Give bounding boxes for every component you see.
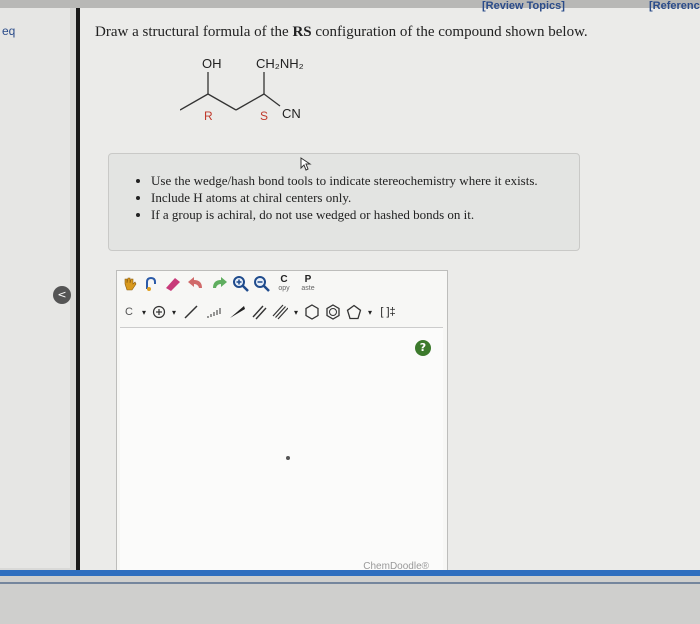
r-config-label: R: [204, 109, 213, 123]
mouse-pointer-icon: [300, 157, 312, 171]
review-topics-link[interactable]: [Review Topics]: [482, 0, 565, 12]
triple-bond-icon[interactable]: [271, 302, 289, 322]
lasso-icon[interactable]: [142, 274, 160, 294]
references-link[interactable]: [Referenc: [649, 0, 700, 12]
drawing-canvas[interactable]: ? ChemDoodle®: [120, 327, 443, 576]
eraser-icon[interactable]: [163, 274, 183, 294]
question-suffix: configuration of the compound shown belo…: [311, 24, 588, 40]
cn-label: CN: [282, 106, 301, 121]
question-prefix: Draw a structural formula of the: [95, 24, 293, 40]
question-text: Draw a structural formula of the RS conf…: [95, 24, 588, 41]
copy-label-top: C: [280, 274, 288, 285]
instructions-box: Use the wedge/hash bond tools to indicat…: [108, 153, 580, 251]
paste-label-bottom: aste: [301, 285, 315, 292]
chevron-down-icon[interactable]: ▾: [366, 302, 374, 322]
zoom-in-icon[interactable]: [232, 274, 250, 294]
double-bond-icon[interactable]: [250, 302, 268, 322]
chevron-down-icon[interactable]: ▾: [170, 302, 178, 322]
collapse-panel-button[interactable]: <: [53, 286, 71, 304]
single-bond-icon[interactable]: [181, 302, 201, 322]
cyclohexane-icon[interactable]: [303, 302, 321, 322]
chemdoodle-editor[interactable]: C opy P aste C ▾ ▾ ▾ ▾ []‡ ? ChemDoodle…: [116, 270, 448, 577]
instructions-list: Use the wedge/hash bond tools to indicat…: [109, 172, 579, 223]
cyclopentane-icon[interactable]: [345, 302, 363, 322]
molecule-bonds: [180, 72, 281, 111]
eq-label[interactable]: eq: [2, 24, 15, 38]
s-config-label: S: [260, 109, 268, 123]
bottom-divider: [0, 582, 700, 584]
paste-button[interactable]: P aste: [297, 274, 319, 294]
hashed-bond-icon[interactable]: [204, 302, 224, 322]
undo-icon[interactable]: [186, 274, 206, 294]
wedge-bond-icon[interactable]: [227, 302, 247, 322]
top-bar: [0, 0, 700, 8]
redo-icon[interactable]: [209, 274, 229, 294]
zoom-out-icon[interactable]: [253, 274, 271, 294]
chevron-down-icon[interactable]: ▾: [292, 302, 300, 322]
carbon-atom-button[interactable]: C: [121, 302, 137, 322]
help-button[interactable]: ?: [415, 340, 431, 356]
copy-button[interactable]: C opy: [274, 274, 294, 294]
ch2nh2-label: CH₂NH₂: [256, 56, 304, 71]
bracket-button[interactable]: [ ]‡: [377, 302, 399, 322]
toolbar-row-top: C opy P aste: [121, 273, 322, 295]
benzene-icon[interactable]: [324, 302, 342, 322]
canvas-center-dot: [286, 456, 290, 460]
toolbar-row-bottom: C ▾ ▾ ▾ ▾ [ ]‡: [121, 301, 402, 323]
paste-label-top: P: [304, 274, 312, 285]
copy-label-bottom: opy: [278, 285, 290, 292]
instruction-item: Include H atoms at chiral centers only.: [151, 189, 579, 206]
oh-label: OH: [202, 56, 222, 71]
molecule-structure: OH CH₂NH₂ R S CN: [180, 56, 304, 123]
question-bold: RS: [292, 24, 312, 40]
instruction-item: Use the wedge/hash bond tools to indicat…: [151, 172, 579, 189]
chevron-down-icon[interactable]: ▾: [140, 302, 148, 322]
instruction-item: If a group is achiral, do not use wedged…: [151, 206, 579, 223]
charge-plus-icon[interactable]: [151, 302, 167, 322]
hand-tool-icon[interactable]: [121, 274, 139, 294]
